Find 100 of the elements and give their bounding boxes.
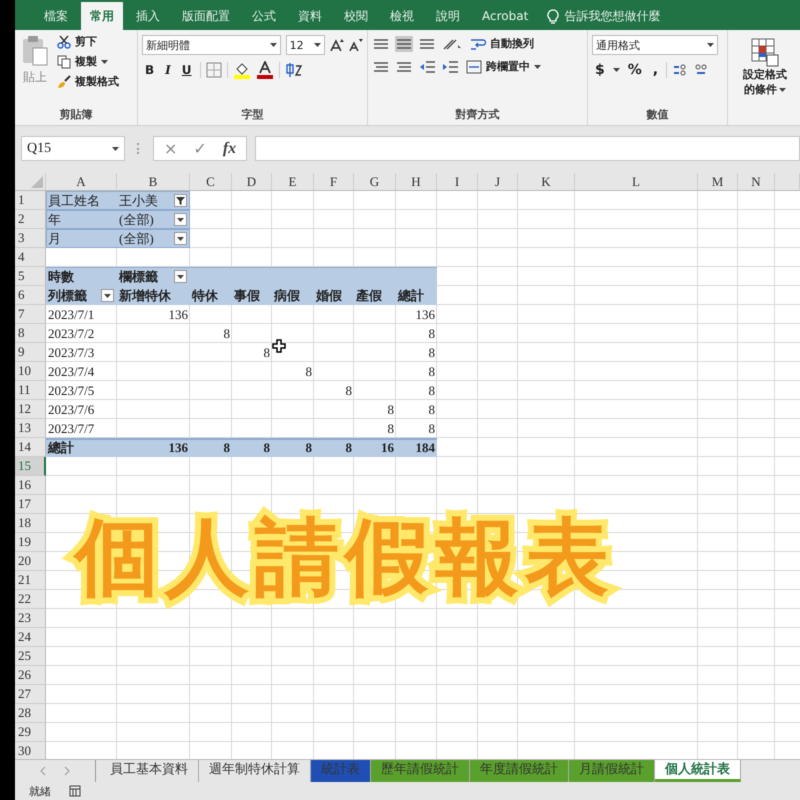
- sheet-tab[interactable]: 歷年請假統計: [371, 760, 470, 782]
- ribbon-tab[interactable]: 檔案: [35, 2, 77, 30]
- row-header[interactable]: 13: [15, 419, 46, 438]
- italic-button[interactable]: I: [162, 62, 174, 78]
- row-header[interactable]: 27: [15, 685, 46, 704]
- column-header[interactable]: K: [518, 173, 575, 191]
- dropdown-button[interactable]: [101, 289, 114, 302]
- row-header[interactable]: 6: [15, 286, 46, 305]
- format-painter-button[interactable]: 複製格式: [55, 73, 121, 90]
- cancel-button[interactable]: ×: [164, 139, 178, 158]
- decrease-indent-icon[interactable]: [418, 58, 436, 74]
- sheet-tab[interactable]: 個人統計表: [655, 760, 741, 782]
- row-header[interactable]: 3: [15, 229, 46, 248]
- row-header[interactable]: 5: [15, 267, 46, 286]
- conditional-formatting-button[interactable]: 設定格式 的條件: [730, 33, 800, 97]
- font-name-field[interactable]: 新細明體: [142, 35, 281, 55]
- row-header[interactable]: 9: [15, 343, 46, 362]
- dropdown-button[interactable]: [174, 232, 187, 245]
- macro-record-icon[interactable]: [69, 785, 81, 797]
- wrap-text-button[interactable]: 自動換列: [468, 35, 536, 52]
- column-header[interactable]: L: [575, 173, 698, 191]
- column-header[interactable]: N: [738, 173, 775, 191]
- column-header[interactable]: I: [437, 173, 478, 191]
- font-size-field[interactable]: 12: [286, 35, 326, 55]
- ribbon-tab[interactable]: 校閱: [335, 2, 377, 30]
- column-header[interactable]: G: [354, 173, 396, 191]
- column-header[interactable]: C: [190, 173, 232, 191]
- underline-button[interactable]: U: [178, 62, 195, 78]
- filter-field-label: 年: [47, 211, 62, 229]
- value-cell-text: 8: [428, 344, 436, 362]
- column-header[interactable]: M: [698, 173, 738, 191]
- ribbon-tab[interactable]: 檢視: [381, 2, 423, 30]
- ribbon-tab[interactable]: 說明: [427, 2, 469, 30]
- increase-decimal-icon[interactable]: [672, 62, 688, 78]
- fill-color-icon[interactable]: [232, 61, 251, 79]
- row-header[interactable]: 17: [15, 495, 46, 514]
- row-header[interactable]: 29: [15, 723, 46, 742]
- row-header[interactable]: 11: [15, 381, 46, 400]
- row-header[interactable]: 26: [15, 666, 46, 685]
- row-header[interactable]: 20: [15, 552, 46, 571]
- formula-input[interactable]: [255, 136, 800, 161]
- row-header[interactable]: 30: [15, 742, 46, 759]
- enter-button[interactable]: ✓: [193, 139, 207, 158]
- row-header[interactable]: 4: [15, 248, 46, 267]
- name-box[interactable]: Q15: [21, 136, 125, 161]
- row-header[interactable]: 8: [15, 324, 46, 343]
- row-header[interactable]: 10: [15, 362, 46, 381]
- ribbon-tab[interactable]: 常用: [81, 2, 123, 30]
- filter-button[interactable]: [174, 194, 187, 207]
- grow-font-icon[interactable]: [330, 38, 344, 52]
- column-header[interactable]: E: [272, 173, 314, 191]
- borders-icon[interactable]: [206, 62, 222, 78]
- sheet-tab[interactable]: 月請假統計: [569, 760, 655, 782]
- sheet-tab[interactable]: 年度請假統計: [470, 760, 569, 782]
- phonetic-icon[interactable]: [284, 61, 303, 79]
- dropdown-button[interactable]: [174, 270, 187, 283]
- row-header[interactable]: 21: [15, 571, 46, 590]
- row-header[interactable]: 19: [15, 533, 46, 552]
- row-header[interactable]: 22: [15, 590, 46, 609]
- tell-me-search[interactable]: 告訴我您想做什麼: [547, 2, 660, 30]
- merge-center-button[interactable]: 跨欄置中: [464, 58, 543, 75]
- cut-button[interactable]: 剪下: [55, 33, 99, 50]
- column-header[interactable]: A: [46, 173, 117, 191]
- row-header[interactable]: 25: [15, 647, 46, 666]
- ribbon-tab[interactable]: Acrobat: [473, 2, 538, 30]
- ribbon-tab[interactable]: 資料: [289, 2, 331, 30]
- column-header[interactable]: D: [232, 173, 272, 191]
- row-header[interactable]: 12: [15, 400, 46, 419]
- total-cell-text: 8: [222, 439, 231, 457]
- row-header[interactable]: 18: [15, 514, 46, 533]
- column-header[interactable]: F: [314, 173, 354, 191]
- dropdown-button[interactable]: [174, 213, 187, 226]
- row-header[interactable]: 23: [15, 609, 46, 628]
- number-format-field[interactable]: 通用格式: [592, 35, 718, 55]
- comma-button[interactable]: ,: [650, 61, 662, 79]
- currency-button[interactable]: $: [592, 61, 608, 79]
- row-header[interactable]: 7: [15, 305, 46, 324]
- row-header[interactable]: 14: [15, 438, 46, 457]
- percent-button[interactable]: %: [624, 61, 645, 79]
- column-header[interactable]: B: [117, 173, 190, 191]
- row-header[interactable]: 15: [15, 457, 46, 476]
- row-header[interactable]: 1: [15, 191, 46, 210]
- row-header[interactable]: 2: [15, 210, 46, 229]
- ribbon-tab[interactable]: 公式: [243, 2, 285, 30]
- insert-function-button[interactable]: fx: [222, 140, 236, 158]
- ribbon-tab[interactable]: 插入: [127, 2, 169, 30]
- font-color-icon[interactable]: [256, 61, 274, 79]
- bold-button[interactable]: B: [142, 62, 158, 78]
- shrink-font-icon[interactable]: [349, 38, 364, 52]
- column-header[interactable]: H: [396, 173, 437, 191]
- column-header[interactable]: J: [478, 173, 518, 191]
- value-cell-text: 8: [428, 382, 436, 400]
- row-header[interactable]: 24: [15, 628, 46, 647]
- row-header[interactable]: 16: [15, 476, 46, 495]
- increase-indent-icon[interactable]: [441, 58, 459, 74]
- value-cell-text: 136: [414, 306, 436, 324]
- copy-button[interactable]: 複製: [55, 53, 110, 70]
- align-icon[interactable]: [395, 36, 413, 52]
- ribbon-tab[interactable]: 版面配置: [173, 2, 239, 30]
- row-header[interactable]: 28: [15, 704, 46, 723]
